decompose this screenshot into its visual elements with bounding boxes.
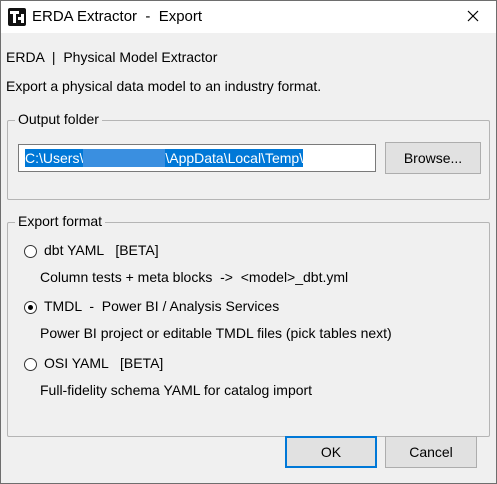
title-bar: ERDA Extractor - Export xyxy=(1,1,496,33)
redacted-username xyxy=(83,149,166,167)
close-button[interactable] xyxy=(450,1,496,33)
radio-osi-yaml[interactable] xyxy=(24,358,37,371)
radio-selected-dot xyxy=(28,305,33,310)
path-prefix: C:\Users\ xyxy=(25,150,84,166)
option-label-tmdl[interactable]: TMDL - Power BI / Analysis Services xyxy=(44,298,279,314)
output-folder-input[interactable]: C:\Users\ \AppData\Local\Temp\ xyxy=(18,144,376,172)
option-desc-osi-yaml: Full-fidelity schema YAML for catalog im… xyxy=(40,382,313,398)
close-icon xyxy=(467,9,479,25)
cancel-button[interactable]: Cancel xyxy=(385,436,477,468)
window-title: ERDA Extractor - Export xyxy=(32,8,203,25)
option-label-osi-yaml[interactable]: OSI YAML [BETA] xyxy=(44,355,163,371)
option-desc-dbt-yaml: Column tests + meta blocks -> <model>_db… xyxy=(40,269,349,285)
option-label-dbt-yaml[interactable]: dbt YAML [BETA] xyxy=(44,242,159,258)
output-folder-legend: Output folder xyxy=(15,111,102,127)
erda-app-icon xyxy=(8,8,26,26)
export-dialog: ERDA Extractor - Export ERDA | Physical … xyxy=(0,0,497,484)
output-folder-path: C:\Users\ \AppData\Local\Temp\ xyxy=(25,149,304,167)
radio-dbt-yaml[interactable] xyxy=(24,245,37,258)
option-desc-tmdl: Power BI project or editable TMDL files … xyxy=(40,325,392,341)
export-format-legend: Export format xyxy=(15,213,106,229)
path-suffix: \AppData\Local\Temp\ xyxy=(165,150,304,166)
radio-tmdl[interactable] xyxy=(24,301,37,314)
ok-button[interactable]: OK xyxy=(285,436,377,468)
dialog-body: ERDA | Physical Model Extractor Export a… xyxy=(1,33,496,483)
breadcrumb: ERDA | Physical Model Extractor xyxy=(6,49,218,65)
dialog-description: Export a physical data model to an indus… xyxy=(6,78,322,94)
browse-button[interactable]: Browse... xyxy=(385,142,481,174)
